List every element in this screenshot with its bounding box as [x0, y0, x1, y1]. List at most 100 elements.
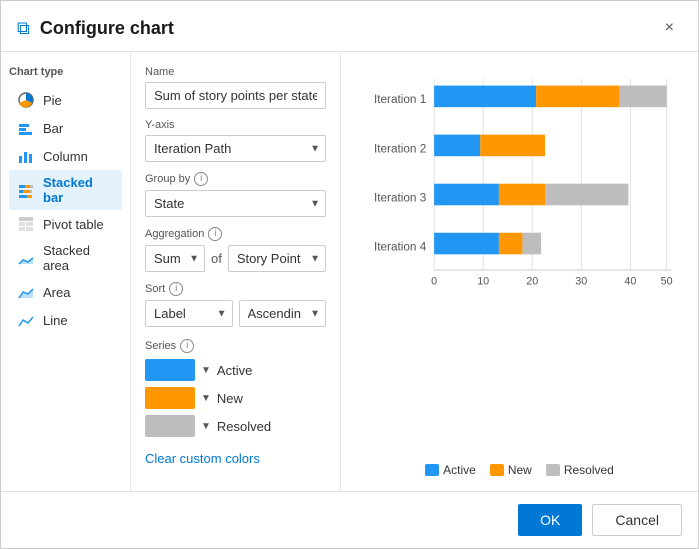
chart-type-item-bar[interactable]: Bar	[9, 114, 122, 142]
chart-legend: Active New Resolved	[355, 463, 684, 477]
agg-of-text: of	[211, 251, 222, 266]
chart-type-icon-stacked-bar	[17, 181, 35, 199]
chart-type-icon-pie	[17, 91, 35, 109]
agg-field-select[interactable]: Story Points	[228, 245, 326, 272]
svg-text:30: 30	[575, 276, 587, 288]
chart-type-item-area[interactable]: Area	[9, 278, 122, 306]
series-item-resolved: ▼ Resolved	[145, 415, 326, 437]
chart-type-item-stacked-bar[interactable]: Stacked bar	[9, 170, 122, 210]
legend-label-resolved: Resolved	[564, 463, 614, 477]
legend-color-new	[490, 464, 504, 476]
chart-type-label-column: Column	[43, 149, 88, 164]
svg-text:Iteration 4: Iteration 4	[374, 240, 427, 253]
yaxis-select[interactable]: Iteration Path	[145, 135, 326, 162]
clear-custom-colors-link[interactable]: Clear custom colors	[145, 451, 260, 466]
chart-type-label-area: Area	[43, 285, 70, 300]
sort-field-wrapper: Label ▼	[145, 300, 233, 327]
chart-panel: Iteration 1 Iteration 2 Iteration 3 Iter…	[341, 52, 698, 491]
series-chevron-active[interactable]: ▼	[201, 365, 211, 376]
chart-type-item-line[interactable]: Line	[9, 306, 122, 334]
chart-svg: Iteration 1 Iteration 2 Iteration 3 Iter…	[355, 64, 684, 324]
name-input[interactable]	[145, 82, 326, 109]
chart-type-icon-pivot-table	[17, 215, 35, 233]
series-color-active[interactable]	[145, 359, 195, 381]
legend-label-active: Active	[443, 463, 476, 477]
dialog-footer: OK Cancel	[1, 491, 698, 548]
sort-label: Sort i	[145, 282, 326, 296]
sort-row: Label ▼ Ascending ▼	[145, 300, 326, 327]
series-color-new[interactable]	[145, 387, 195, 409]
agg-func-select[interactable]: Sum	[145, 245, 205, 272]
chart-type-item-stacked-area[interactable]: Stacked area	[9, 238, 122, 278]
chart-type-item-pivot-table[interactable]: Pivot table	[9, 210, 122, 238]
aggregation-row: Sum ▼ of Story Points ▼	[145, 245, 326, 272]
chart-type-icon-bar	[17, 119, 35, 137]
series-chevron-resolved[interactable]: ▼	[201, 421, 211, 432]
series-name-active: Active	[217, 363, 252, 378]
series-info-icon[interactable]: i	[180, 339, 194, 353]
series-item-active: ▼ Active	[145, 359, 326, 381]
chart-type-panel: Chart type Pie Bar Column Stacked bar Pivot …	[1, 52, 131, 491]
chart-type-label-stacked-bar: Stacked bar	[43, 175, 114, 205]
legend-color-active	[425, 464, 439, 476]
svg-text:50: 50	[661, 276, 673, 288]
chart-type-label-pivot-table: Pivot table	[43, 217, 104, 232]
legend-color-resolved	[546, 464, 560, 476]
sort-field-select[interactable]: Label	[145, 300, 233, 327]
cancel-button[interactable]: Cancel	[592, 504, 682, 536]
dialog-title: Configure chart	[40, 18, 174, 39]
series-label: Series i	[145, 339, 326, 353]
series-list: ▼ Active ▼ New ▼ Resolved	[145, 359, 326, 437]
chart-type-label-bar: Bar	[43, 121, 63, 136]
groupby-info-icon[interactable]: i	[194, 172, 208, 186]
series-name-resolved: Resolved	[217, 419, 271, 434]
chart-type-item-pie[interactable]: Pie	[9, 86, 122, 114]
agg-func-wrapper: Sum ▼	[145, 245, 205, 272]
sort-dir-select[interactable]: Ascending	[239, 300, 327, 327]
svg-text:Iteration 3: Iteration 3	[374, 191, 427, 204]
name-label: Name	[145, 66, 326, 78]
configure-chart-dialog: ⧉ Configure chart × Chart type Pie Bar Col…	[0, 0, 699, 549]
svg-text:Iteration 1: Iteration 1	[374, 93, 426, 106]
groupby-select[interactable]: State	[145, 190, 326, 217]
series-item-new: ▼ New	[145, 387, 326, 409]
legend-item-resolved: Resolved	[546, 463, 614, 477]
aggregation-info-icon[interactable]: i	[208, 227, 222, 241]
sort-info-icon[interactable]: i	[169, 282, 183, 296]
svg-text:10: 10	[477, 276, 489, 288]
config-panel: Name Y-axis Iteration Path ▼ Group by i …	[131, 52, 341, 491]
series-chevron-new[interactable]: ▼	[201, 393, 211, 404]
svg-text:40: 40	[624, 276, 636, 288]
yaxis-select-wrapper: Iteration Path ▼	[145, 135, 326, 162]
legend-item-active: Active	[425, 463, 476, 477]
chart-type-label-stacked-area: Stacked area	[43, 243, 114, 273]
groupby-label: Group by i	[145, 172, 326, 186]
close-button[interactable]: ×	[657, 15, 682, 41]
svg-text:Iteration 2: Iteration 2	[374, 142, 426, 155]
aggregation-label: Aggregation i	[145, 227, 326, 241]
dialog-title-row: ⧉ Configure chart	[17, 18, 174, 39]
chart-type-list: Pie Bar Column Stacked bar Pivot table Stacke…	[9, 86, 122, 334]
chart-type-label: Chart type	[9, 66, 122, 78]
series-color-resolved[interactable]	[145, 415, 195, 437]
svg-text:0: 0	[431, 276, 437, 288]
dialog-body: Chart type Pie Bar Column Stacked bar Pivot …	[1, 52, 698, 491]
chart-type-label-line: Line	[43, 313, 68, 328]
groupby-select-wrapper: State ▼	[145, 190, 326, 217]
chart-type-label-pie: Pie	[43, 93, 62, 108]
agg-field-wrapper: Story Points ▼	[228, 245, 326, 272]
legend-item-new: New	[490, 463, 532, 477]
chart-type-icon-area	[17, 283, 35, 301]
legend-label-new: New	[508, 463, 532, 477]
svg-text:20: 20	[526, 276, 538, 288]
sort-dir-wrapper: Ascending ▼	[239, 300, 327, 327]
chart-icon: ⧉	[17, 18, 30, 39]
yaxis-label: Y-axis	[145, 119, 326, 131]
chart-type-item-column[interactable]: Column	[9, 142, 122, 170]
ok-button[interactable]: OK	[518, 504, 582, 536]
chart-type-icon-column	[17, 147, 35, 165]
series-name-new: New	[217, 391, 243, 406]
chart-preview: Iteration 1 Iteration 2 Iteration 3 Iter…	[355, 64, 684, 455]
dialog-header: ⧉ Configure chart ×	[1, 1, 698, 52]
chart-type-icon-stacked-area	[17, 249, 35, 267]
